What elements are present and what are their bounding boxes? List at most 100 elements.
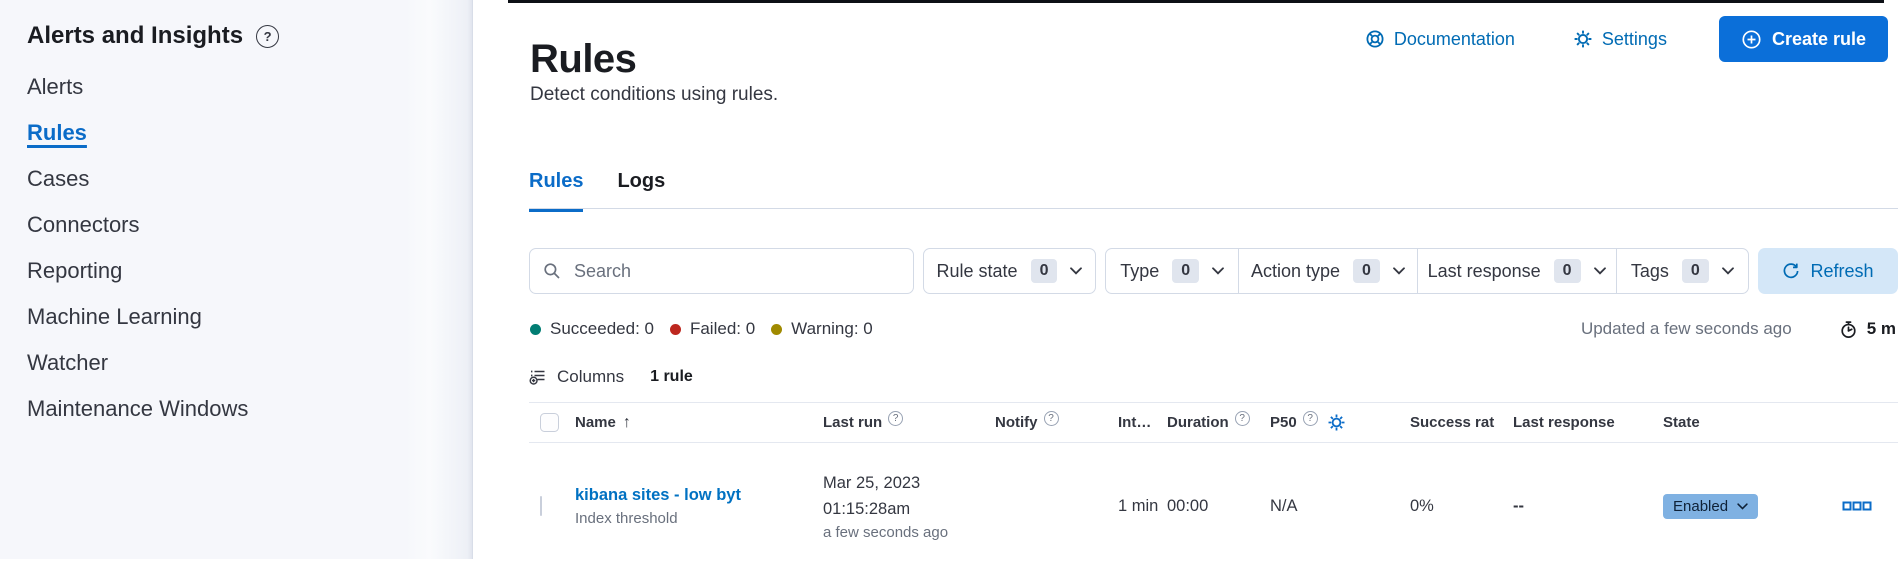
last-run-relative: a few seconds ago — [823, 524, 995, 541]
documentation-icon — [1365, 29, 1385, 49]
filter-last-response-label: Last response — [1428, 261, 1541, 282]
row-actions-icon[interactable] — [1842, 501, 1872, 511]
refresh-button[interactable]: Refresh — [1758, 248, 1898, 294]
column-header-last-run-label: Last run — [823, 414, 882, 431]
sort-asc-icon: ↑ — [623, 414, 631, 432]
search-input[interactable] — [572, 260, 900, 283]
chevron-down-icon — [1722, 267, 1734, 275]
filter-type-count: 0 — [1172, 259, 1199, 283]
documentation-link[interactable]: Documentation — [1359, 28, 1521, 51]
sidebar-title-label: Alerts and Insights — [27, 22, 243, 50]
info-icon[interactable]: ? — [888, 411, 903, 426]
page-title: Rules — [530, 37, 636, 82]
tab-rules[interactable]: Rules — [529, 170, 583, 212]
row-checkbox[interactable] — [540, 496, 542, 516]
select-all-checkbox[interactable] — [540, 413, 559, 432]
column-header-duration: Duration ? — [1167, 414, 1270, 431]
rule-count: 1 rule — [650, 368, 693, 386]
sidebar-item-cases[interactable]: Cases — [27, 166, 472, 193]
tab-logs[interactable]: Logs — [617, 170, 665, 212]
refresh-icon — [1782, 262, 1800, 280]
state-badge[interactable]: Enabled — [1663, 494, 1758, 519]
sidebar-item-reporting[interactable]: Reporting — [27, 258, 472, 285]
column-header-success-rate: Success rat — [1410, 414, 1513, 431]
filter-type[interactable]: Type 0 — [1106, 249, 1238, 293]
main-content: Rules Detect conditions using rules. Doc… — [473, 0, 1901, 559]
gear-icon — [1573, 29, 1593, 49]
documentation-label: Documentation — [1394, 29, 1515, 50]
sidebar-title: Alerts and Insights ? — [27, 22, 472, 50]
filter-tags[interactable]: Tags 0 — [1616, 249, 1748, 293]
sidebar-item-machine-learning[interactable]: Machine Learning — [27, 304, 472, 331]
cell-last-response: -- — [1513, 497, 1663, 516]
help-icon[interactable]: ? — [256, 25, 279, 48]
sidebar-item-rules[interactable]: Rules — [27, 120, 472, 147]
sidebar-item-connectors[interactable]: Connectors — [27, 212, 472, 239]
filter-last-response[interactable]: Last response 0 — [1417, 249, 1616, 293]
column-header-notify-label: Notify — [995, 414, 1038, 431]
filter-action-type[interactable]: Action type 0 — [1238, 249, 1416, 293]
timer-label: 5 m — [1867, 319, 1896, 339]
sidebar-item-alerts[interactable]: Alerts — [27, 74, 472, 101]
failed-dot — [670, 324, 681, 335]
chevron-down-icon — [1594, 267, 1606, 275]
rule-name-link[interactable]: kibana sites - low byt — [575, 486, 741, 504]
sidebar-item-watcher[interactable]: Watcher — [27, 350, 472, 377]
refresh-label: Refresh — [1810, 261, 1873, 282]
filter-action-type-label: Action type — [1251, 261, 1340, 282]
status-row: Succeeded: 0 Failed: 0 Warning: 0 Update… — [530, 316, 1896, 342]
auto-refresh-timer[interactable]: 5 m — [1839, 319, 1896, 339]
succeeded-count: Succeeded: 0 — [550, 319, 654, 339]
table-controls: Columns 1 rule — [529, 367, 693, 387]
filter-last-response-count: 0 — [1554, 259, 1581, 283]
column-header-interval-label: Int… — [1118, 414, 1151, 431]
column-header-p50-label: P50 — [1270, 414, 1297, 431]
succeeded-dot — [530, 324, 541, 335]
column-header-last-response-label: Last response — [1513, 414, 1615, 431]
columns-button[interactable]: Columns — [529, 367, 624, 387]
tab-bar: Rules Logs — [529, 170, 665, 212]
create-rule-button[interactable]: Create rule — [1719, 16, 1888, 62]
warning-dot — [771, 324, 782, 335]
table-row: kibana sites - low byt Index threshold M… — [529, 443, 1898, 569]
info-icon[interactable]: ? — [1303, 411, 1318, 426]
info-icon[interactable]: ? — [1235, 411, 1250, 426]
stopwatch-icon — [1839, 320, 1858, 339]
settings-label: Settings — [1602, 29, 1667, 50]
filter-rule-state-label: Rule state — [937, 261, 1018, 282]
last-run-time: 01:15:28am — [823, 497, 995, 523]
rule-type-label: Index threshold — [575, 510, 823, 527]
filter-rule-state[interactable]: Rule state 0 — [923, 248, 1096, 294]
settings-link[interactable]: Settings — [1567, 28, 1673, 51]
cell-duration: 00:00 — [1167, 497, 1270, 516]
percentile-settings-gear-icon[interactable] — [1327, 413, 1346, 432]
filter-type-label: Type — [1120, 261, 1159, 282]
plus-circle-icon — [1741, 29, 1762, 50]
column-header-name[interactable]: Name ↑ — [575, 414, 823, 432]
columns-label: Columns — [557, 367, 624, 387]
failed-count: Failed: 0 — [690, 319, 755, 339]
info-icon[interactable]: ? — [1044, 411, 1059, 426]
column-header-name-label: Name — [575, 414, 616, 431]
column-header-last-response: Last response — [1513, 414, 1663, 431]
chevron-down-icon — [1070, 267, 1082, 275]
cell-interval: 1 min — [1118, 494, 1167, 519]
run-status-summary: Succeeded: 0 Failed: 0 Warning: 0 — [530, 319, 880, 339]
search-box — [529, 248, 914, 294]
header-actions: Documentation Settings Create rule — [1359, 16, 1888, 62]
sidebar-item-maintenance-windows[interactable]: Maintenance Windows — [27, 396, 472, 423]
cell-name: kibana sites - low byt Index threshold — [575, 486, 823, 527]
filter-group: Type 0 Action type 0 Last response 0 — [1105, 248, 1749, 294]
column-header-interval: Int… — [1118, 414, 1167, 431]
create-rule-label: Create rule — [1772, 29, 1866, 50]
column-header-p50: P50 ? — [1270, 413, 1410, 432]
filter-tags-label: Tags — [1631, 261, 1669, 282]
sidebar: Alerts and Insights ? Alerts Rules Cases… — [0, 0, 473, 559]
interval-value: 1 min — [1118, 497, 1158, 515]
sidebar-nav: Alerts Rules Cases Connectors Reporting … — [27, 74, 472, 423]
column-header-last-run: Last run ? — [823, 414, 995, 431]
top-border-line — [508, 0, 1884, 3]
column-header-notify: Notify ? — [995, 414, 1118, 431]
state-badge-label: Enabled — [1673, 498, 1728, 515]
status-right: Updated a few seconds ago 5 m — [1581, 319, 1896, 339]
